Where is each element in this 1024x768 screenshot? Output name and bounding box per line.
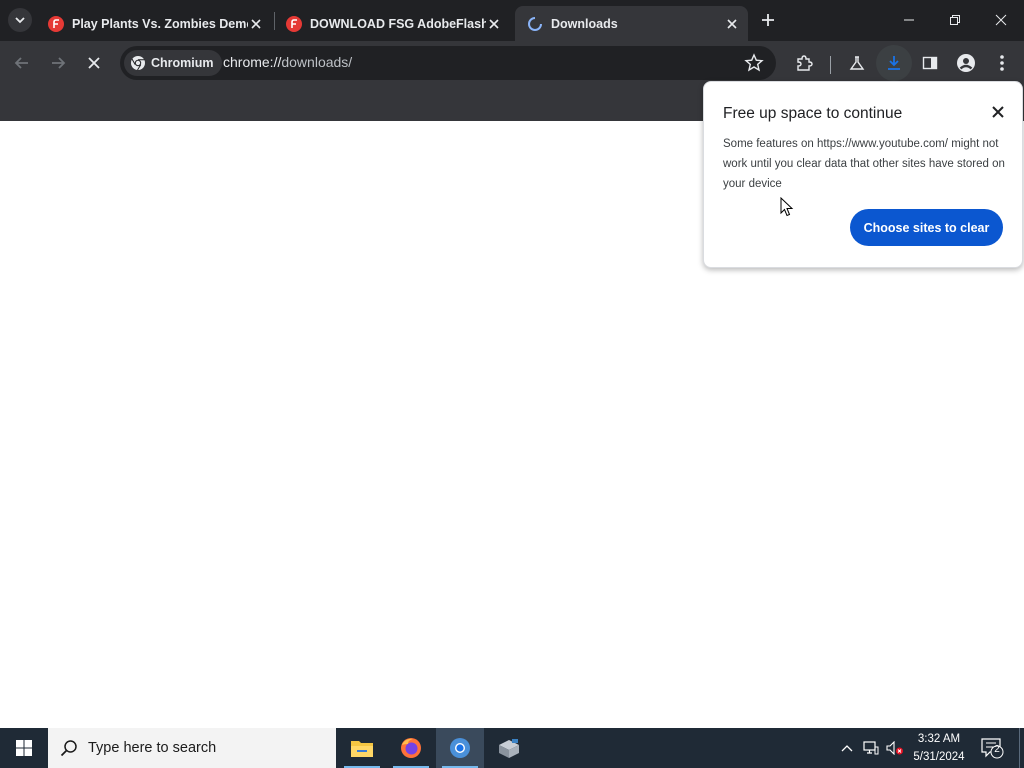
taskbar-search[interactable]: Type here to search: [48, 728, 336, 768]
clock-date: 5/31/2024: [913, 751, 965, 763]
tab-title: Downloads: [551, 16, 618, 31]
site-info-chip[interactable]: Chromium: [124, 50, 222, 76]
firefox-icon: [401, 738, 421, 758]
menu-button[interactable]: [990, 51, 1014, 75]
taskbar-clock[interactable]: 3:32 AM 5/31/2024: [905, 730, 973, 766]
chevron-up-icon: [841, 745, 853, 752]
brand-chip-label: Chromium: [151, 56, 214, 70]
side-panel-icon: [922, 56, 938, 70]
minimize-button[interactable]: [886, 0, 932, 40]
flask-icon: [849, 56, 865, 70]
search-icon: [60, 740, 77, 757]
action-center-button[interactable]: 2: [978, 734, 1008, 762]
tab-title: Play Plants Vs. Zombies Demo: [72, 16, 248, 31]
new-tab-button[interactable]: [758, 10, 778, 30]
puzzle-icon: [797, 55, 813, 71]
close-icon[interactable]: [248, 16, 264, 32]
show-desktop-button[interactable]: [1019, 728, 1020, 768]
tab-downloads[interactable]: Downloads: [515, 6, 748, 41]
loading-spinner-icon: [527, 16, 543, 32]
bookmark-star-icon[interactable]: [744, 53, 764, 73]
taskbar-file-explorer[interactable]: [338, 728, 386, 768]
download-icon: [888, 56, 900, 70]
choose-sites-to-clear-button[interactable]: Choose sites to clear: [850, 209, 1003, 246]
profile-button[interactable]: [954, 51, 978, 75]
tab-download-fsg[interactable]: DOWNLOAD FSG AdobeFlashP: [274, 6, 510, 41]
windows-taskbar: Type here to search 3:32 AM 5/31/2024 2: [0, 728, 1024, 768]
dialog-title: Free up space to continue: [723, 105, 903, 122]
close-icon: [88, 57, 100, 69]
restore-button[interactable]: [932, 0, 978, 40]
stop-loading-button[interactable]: [82, 51, 106, 75]
arrow-left-icon: [14, 57, 28, 69]
minimize-icon: [904, 19, 914, 21]
kebab-menu-icon: [1000, 55, 1004, 71]
side-panel-button[interactable]: [918, 51, 942, 75]
avatar-icon: [957, 54, 975, 72]
chevron-down-icon: [15, 17, 25, 24]
tab-title: DOWNLOAD FSG AdobeFlashP: [310, 16, 486, 31]
close-icon[interactable]: [486, 16, 502, 32]
free-up-space-dialog: Free up space to continue Some features …: [703, 81, 1023, 268]
forward-button[interactable]: [46, 51, 70, 75]
chromium-icon: [131, 56, 145, 71]
close-window-button[interactable]: [978, 0, 1024, 40]
network-tray-icon[interactable]: [862, 728, 880, 768]
tab-plants-vs-zombies[interactable]: Play Plants Vs. Zombies Demo: [36, 6, 272, 41]
flash-f-icon: [48, 15, 64, 32]
taskbar-app-installer[interactable]: [485, 728, 533, 768]
plus-icon: [762, 14, 774, 26]
show-hidden-icons-button[interactable]: [838, 728, 856, 768]
back-button[interactable]: [10, 51, 34, 75]
restore-icon: [950, 15, 960, 25]
downloads-button[interactable]: [882, 51, 906, 75]
close-icon[interactable]: [724, 16, 740, 32]
app-installer-icon: [499, 739, 519, 758]
toolbar-separator: [830, 56, 831, 74]
start-button[interactable]: [0, 728, 48, 768]
address-bar[interactable]: Chromium chrome://downloads/: [120, 46, 776, 80]
network-icon: [863, 741, 879, 755]
url-path: downloads/: [281, 54, 353, 70]
url-text[interactable]: chrome://downloads/: [223, 54, 352, 70]
volume-tray-icon[interactable]: [884, 728, 906, 768]
taskbar-firefox[interactable]: [387, 728, 435, 768]
taskbar-chromium[interactable]: [436, 728, 484, 768]
arrow-right-icon: [52, 57, 66, 69]
dialog-message: Some features on https://www.youtube.com…: [723, 138, 1005, 190]
tab-search-button[interactable]: [8, 8, 32, 32]
labs-button[interactable]: [845, 51, 869, 75]
notification-count-badge: 2: [994, 744, 1000, 755]
search-placeholder: Type here to search: [88, 740, 217, 756]
flash-f-icon: [286, 15, 302, 32]
windows-logo-icon: [16, 740, 32, 756]
mouse-cursor-icon: [780, 197, 794, 217]
browser-toolbar: Chromium chrome://downloads/: [0, 41, 1024, 85]
close-icon: [995, 14, 1007, 26]
close-icon[interactable]: [990, 104, 1006, 120]
url-host: chrome://: [223, 54, 282, 70]
chromium-icon: [450, 738, 470, 758]
browser-titlebar: Play Plants Vs. Zombies Demo DOWNLOAD FS…: [0, 0, 1024, 41]
speaker-muted-icon: [886, 741, 903, 755]
extensions-button[interactable]: [792, 51, 816, 75]
file-explorer-icon: [351, 741, 373, 757]
clock-time: 3:32 AM: [917, 733, 961, 745]
